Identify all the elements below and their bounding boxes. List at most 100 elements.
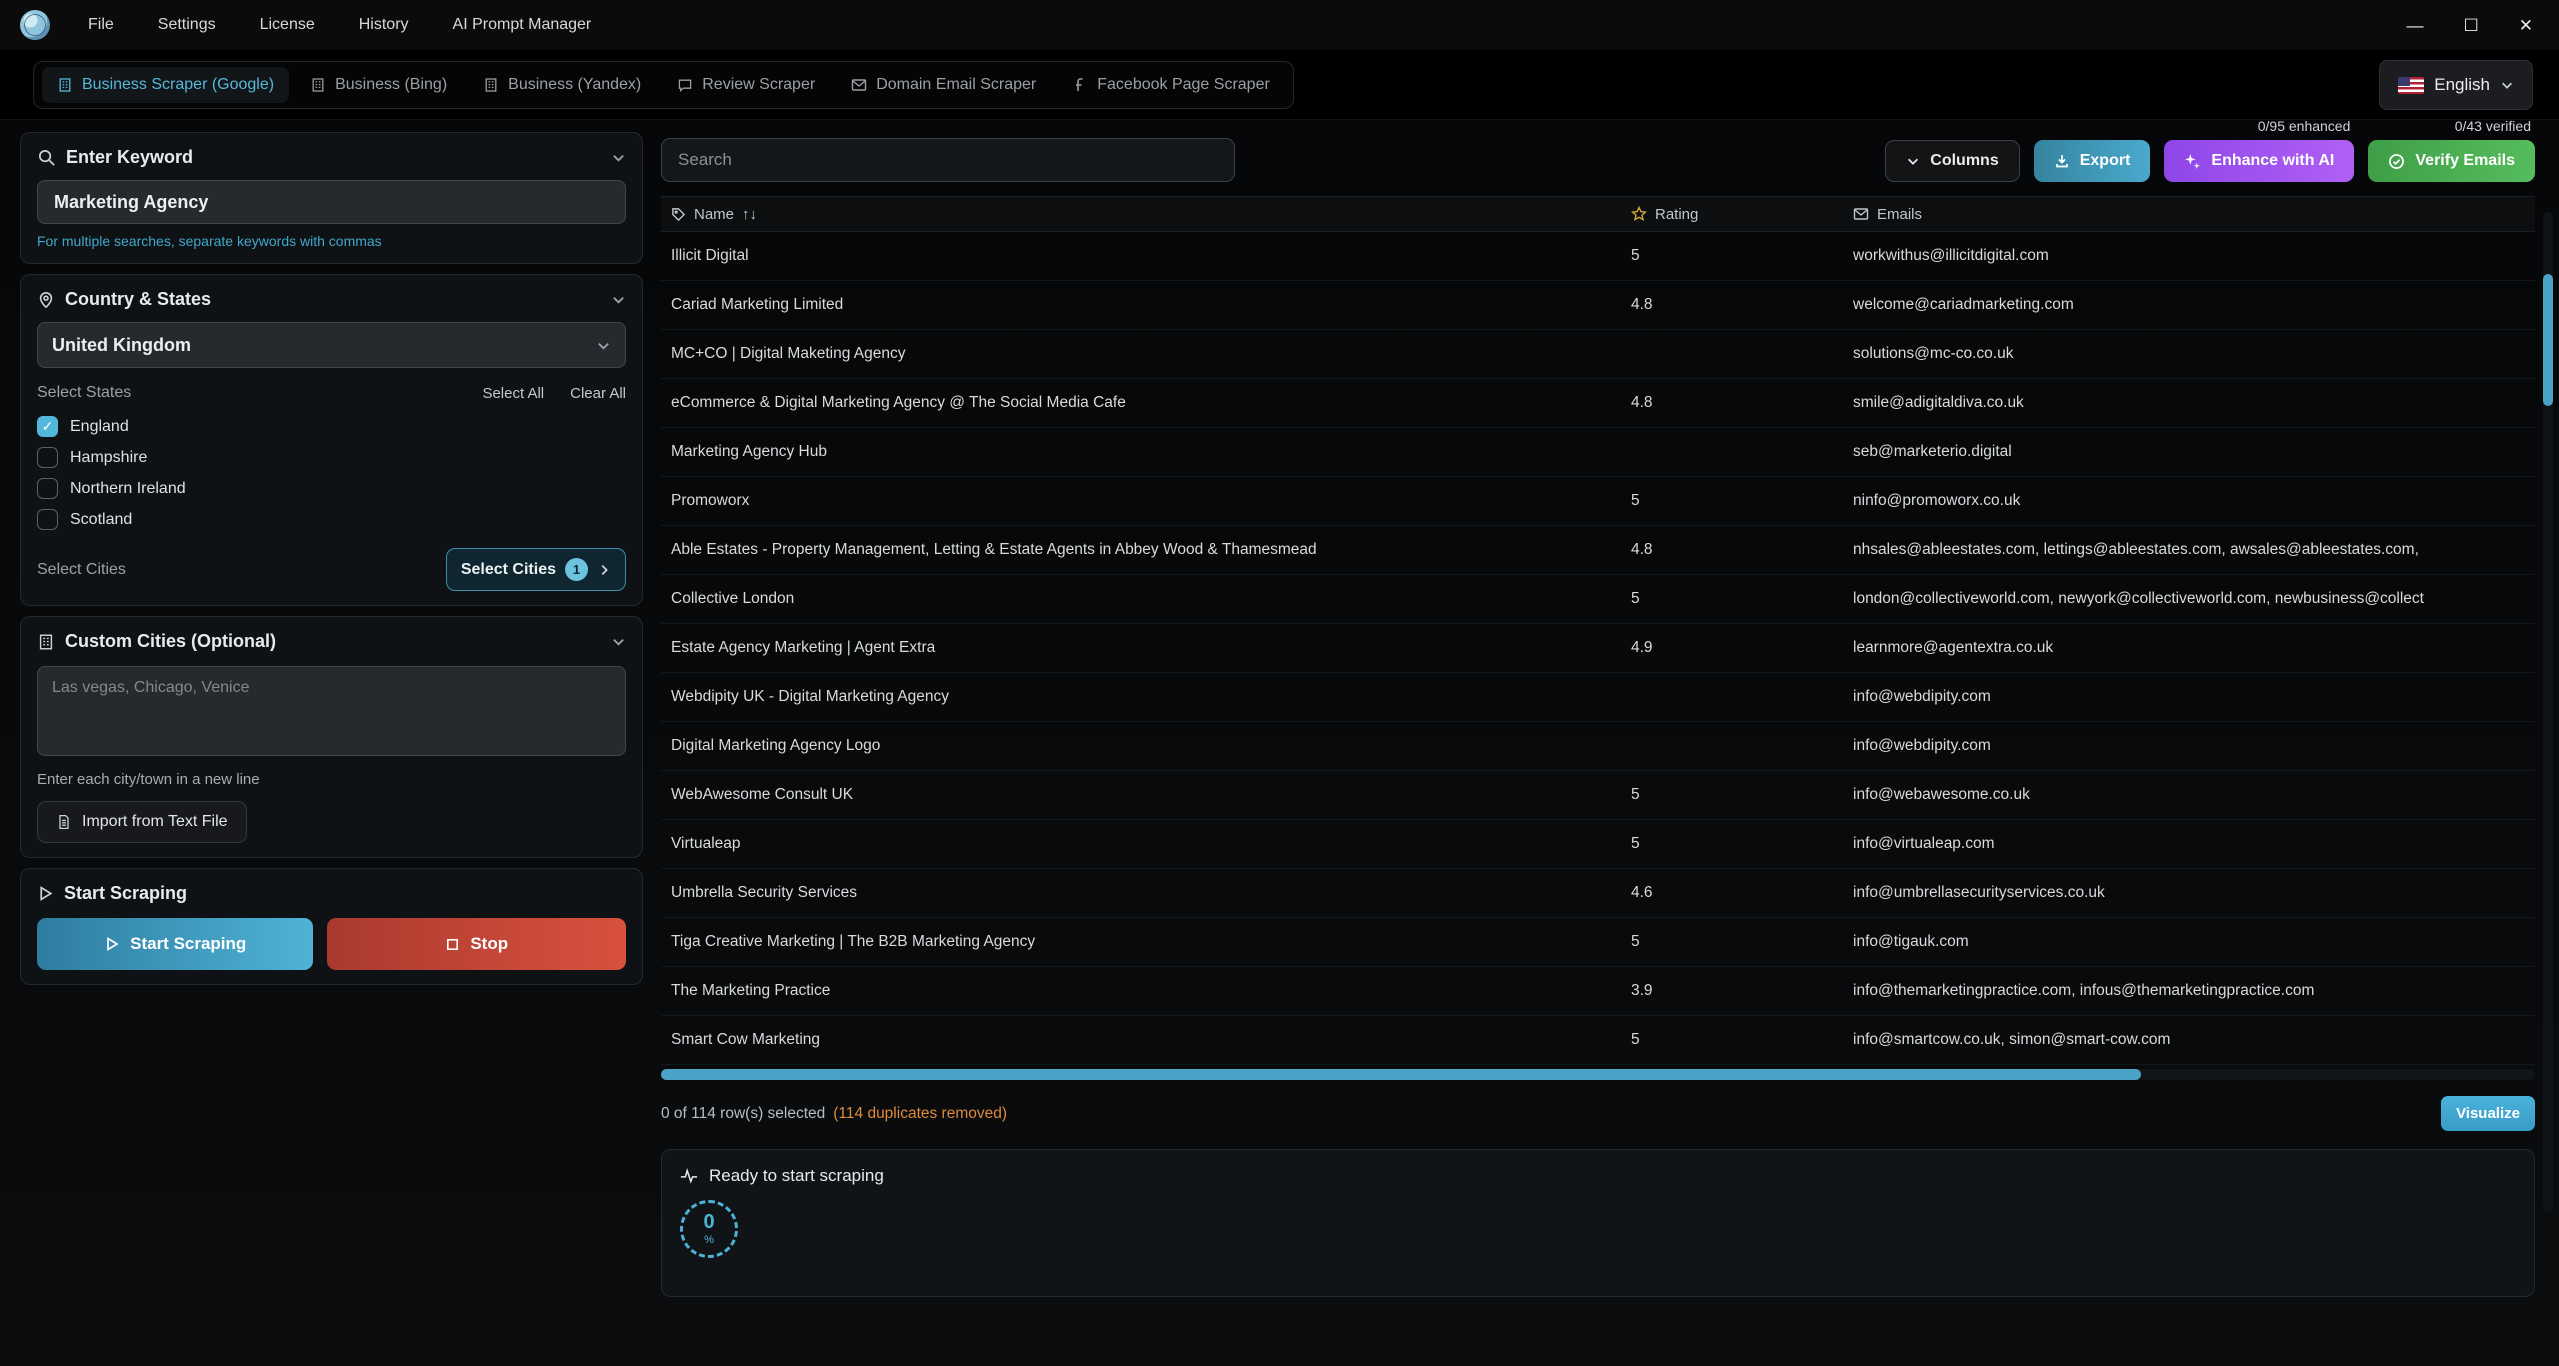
table-footer: 0 of 114 row(s) selected (114 duplicates… (661, 1096, 2535, 1131)
enhance-with-ai-button[interactable]: Enhance with AI (2164, 140, 2354, 182)
menu-history[interactable]: History (359, 16, 409, 34)
status-panel: Ready to start scraping 0 % (661, 1149, 2535, 1297)
table-row[interactable]: MC+CO | Digital Maketing Agency solution… (661, 330, 2535, 379)
check-circle-icon (2388, 153, 2405, 170)
start-scraping-button[interactable]: Start Scraping (37, 918, 313, 970)
table-row[interactable]: Digital Marketing Agency Logo info@webdi… (661, 722, 2535, 771)
vertical-scrollbar-thumb[interactable] (2543, 274, 2553, 406)
play-icon (37, 885, 54, 902)
verify-emails-button[interactable]: Verify Emails (2368, 140, 2535, 182)
duplicates-removed: (114 duplicates removed) (833, 1105, 1007, 1123)
enhance-button-label: Enhance with AI (2211, 152, 2334, 170)
cell-rating: 5 (1631, 933, 1853, 951)
rating-column-header[interactable]: Rating (1631, 206, 1853, 223)
selected-cities-count-badge: 1 (565, 558, 588, 581)
mail-icon (851, 77, 867, 93)
table-row[interactable]: Umbrella Security Services 4.6 info@umbr… (661, 869, 2535, 918)
emails-column-header[interactable]: Emails (1853, 206, 2535, 223)
state-checkbox-row[interactable]: Hampshire (37, 447, 626, 468)
menu-ai-prompt-manager[interactable]: AI Prompt Manager (453, 16, 592, 34)
clear-all-button[interactable]: Clear All (570, 385, 626, 402)
keyword-input[interactable] (37, 180, 626, 224)
scraper-tab[interactable]: Review Scraper (662, 67, 830, 103)
table-row[interactable]: eCommerce & Digital Marketing Agency @ T… (661, 379, 2535, 428)
building-icon (483, 77, 499, 93)
table-row[interactable]: Smart Cow Marketing 5 info@smartcow.co.u… (661, 1016, 2535, 1065)
table-row[interactable]: Marketing Agency Hub seb@marketerio.digi… (661, 428, 2535, 477)
table-row[interactable]: Webdipity UK - Digital Marketing Agency … (661, 673, 2535, 722)
start-scraping-title: Start Scraping (64, 883, 187, 904)
cell-name: Estate Agency Marketing | Agent Extra (671, 639, 1631, 657)
select-cities-button[interactable]: Select Cities 1 (446, 548, 626, 591)
tab-set: Business Scraper (Google) Business (Bing… (33, 61, 1294, 109)
language-selector[interactable]: English (2379, 60, 2533, 110)
export-button[interactable]: Export (2034, 140, 2151, 182)
scraper-tab[interactable]: Domain Email Scraper (836, 67, 1051, 103)
table-row[interactable]: Tiga Creative Marketing | The B2B Market… (661, 918, 2535, 967)
minimize-button[interactable]: — (2407, 17, 2424, 34)
cell-name: Cariad Marketing Limited (671, 296, 1631, 314)
select-all-button[interactable]: Select All (482, 385, 544, 402)
state-checkbox-row[interactable]: England (37, 416, 626, 437)
checkbox-icon[interactable] (37, 478, 58, 499)
cell-emails: solutions@mc-co.co.uk (1853, 345, 2535, 363)
collapse-chevron-icon[interactable] (611, 634, 626, 649)
table-row[interactable]: Estate Agency Marketing | Agent Extra 4.… (661, 624, 2535, 673)
menu-file[interactable]: File (88, 16, 114, 34)
toolbar: Columns Export 0/95 enhanced (661, 132, 2535, 182)
menu-license[interactable]: License (260, 16, 315, 34)
progress-value: 0 (703, 1212, 714, 1232)
import-from-text-file-button[interactable]: Import from Text File (37, 801, 247, 843)
checkbox-icon[interactable] (37, 416, 58, 437)
scraper-tab[interactable]: Business (Yandex) (468, 67, 656, 103)
activity-icon (680, 1167, 698, 1185)
cell-rating: 4.8 (1631, 541, 1853, 559)
main-panel: Columns Export 0/95 enhanced (661, 132, 2559, 1366)
columns-button[interactable]: Columns (1885, 140, 2019, 182)
country-states-title: Country & States (65, 289, 211, 310)
language-label: English (2434, 75, 2490, 95)
cell-emails: london@collectiveworld.com, newyork@coll… (1853, 590, 2535, 608)
checkbox-icon[interactable] (37, 509, 58, 530)
stop-button-label: Stop (470, 934, 508, 954)
building-icon (310, 77, 326, 93)
table-row[interactable]: Collective London 5 london@collectivewor… (661, 575, 2535, 624)
vertical-scrollbar[interactable] (2543, 212, 2553, 1212)
checkbox-icon[interactable] (37, 447, 58, 468)
scraper-tab[interactable]: Business (Bing) (295, 67, 462, 103)
state-checkbox-row[interactable]: Scotland (37, 509, 626, 530)
collapse-chevron-icon[interactable] (611, 292, 626, 307)
state-checkbox-row[interactable]: Northern Ireland (37, 478, 626, 499)
stop-button[interactable]: Stop (327, 918, 626, 970)
search-input[interactable] (661, 138, 1235, 182)
table-row[interactable]: Able Estates - Property Management, Lett… (661, 526, 2535, 575)
custom-cities-title: Custom Cities (Optional) (65, 631, 276, 652)
name-column-header[interactable]: Name ↑↓ (671, 206, 1631, 223)
building-icon (37, 633, 55, 651)
table-row[interactable]: Virtualeap 5 info@virtualeap.com (661, 820, 2535, 869)
table-row[interactable]: Illicit Digital 5 workwithus@illicitdigi… (661, 232, 2535, 281)
table-row[interactable]: Cariad Marketing Limited 4.8 welcome@car… (661, 281, 2535, 330)
horizontal-scrollbar-thumb[interactable] (661, 1069, 2141, 1080)
table-row[interactable]: The Marketing Practice 3.9 info@themarke… (661, 967, 2535, 1016)
table-row[interactable]: Promoworx 5 ninfo@promoworx.co.uk (661, 477, 2535, 526)
visualize-button[interactable]: Visualize (2441, 1096, 2535, 1131)
cell-emails: seb@marketerio.digital (1853, 443, 2535, 461)
cell-name: Collective London (671, 590, 1631, 608)
table-row[interactable]: WebAwesome Consult UK 5 info@webawesome.… (661, 771, 2535, 820)
states-list: England Hampshire Northern Ireland Scotl… (37, 416, 626, 530)
horizontal-scrollbar[interactable] (661, 1069, 2535, 1080)
facebook-icon (1072, 77, 1088, 93)
collapse-chevron-icon[interactable] (611, 150, 626, 165)
scraper-tab[interactable]: Business Scraper (Google) (42, 67, 289, 103)
custom-cities-textarea[interactable] (37, 666, 626, 756)
name-header-label: Name (694, 206, 734, 223)
menu-settings[interactable]: Settings (158, 16, 216, 34)
cell-name: eCommerce & Digital Marketing Agency @ T… (671, 394, 1631, 412)
close-button[interactable]: ✕ (2519, 17, 2533, 34)
tag-icon (671, 207, 686, 222)
country-states-card: Country & States United Kingdom Select S… (20, 274, 643, 606)
maximize-button[interactable]: ☐ (2464, 17, 2479, 34)
scraper-tab[interactable]: Facebook Page Scraper (1057, 67, 1285, 103)
country-select[interactable]: United Kingdom (37, 322, 626, 368)
